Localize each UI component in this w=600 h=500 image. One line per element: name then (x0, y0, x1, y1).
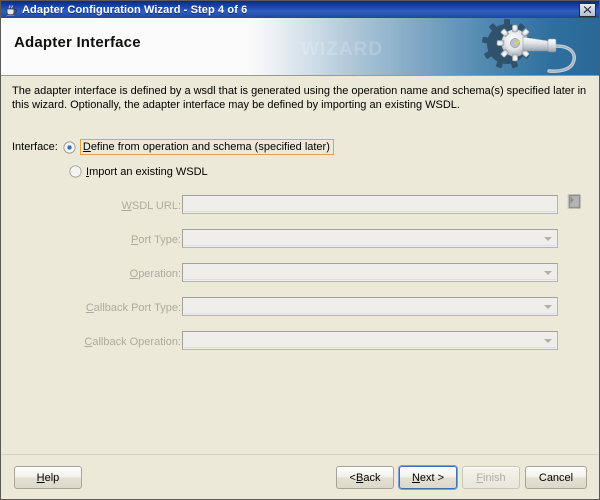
label-callback-port-type: Callback Port Type: (0, 302, 181, 314)
chevron-down-icon (544, 304, 552, 309)
input-wsdl-url[interactable] (182, 195, 558, 214)
field-underline (184, 211, 556, 212)
mnemonic-char: F (476, 471, 484, 484)
form-row-callback-operation: Callback Operation: (1, 327, 600, 361)
gear-and-cable-icon (482, 19, 576, 73)
chevron-down-icon (544, 338, 552, 343)
radio-selected-icon (63, 140, 76, 154)
form-row-port-type: Port Type: (1, 225, 600, 259)
form-row-callback-port-type: Callback Port Type: (1, 293, 600, 327)
banner-watermark: WIZARD (301, 39, 383, 60)
radio-label-import-existing-wsdl[interactable]: Import an existing WSDL (86, 166, 208, 178)
chevron-down-icon (544, 270, 552, 275)
title-bar: Adapter Configuration Wizard - Step 4 of… (1, 1, 599, 18)
label-callback-operation: Callback Operation: (0, 336, 181, 348)
combo-callback-operation[interactable] (182, 331, 558, 350)
form-row-operation: Operation: (1, 259, 600, 293)
chevron-down-icon (544, 236, 552, 241)
radio-label-define-from-operation[interactable]: Define from operation and schema (specif… (79, 139, 334, 155)
mnemonic-char: C (85, 302, 94, 314)
label-rest: ort Type: (138, 234, 181, 246)
browse-wsdl-button[interactable] (566, 193, 583, 211)
mnemonic-char: H (36, 471, 45, 484)
close-button[interactable] (579, 2, 596, 17)
label-rest: allback Port Type: (93, 302, 181, 314)
mnemonic-char: N (411, 471, 420, 484)
label-rest: mport an existing WSDL (89, 165, 208, 178)
description-text: The adapter interface is defined by a ws… (12, 85, 587, 111)
field-underline (184, 347, 556, 348)
mnemonic-char: D (82, 141, 91, 153)
window-title: Adapter Configuration Wizard - Step 4 of… (22, 3, 248, 16)
label-rest: SDL URL: (131, 200, 181, 212)
dialog-button-bar: Help < Back Next > Finish Cancel (1, 454, 599, 499)
radio-import-existing-wsdl[interactable] (69, 165, 82, 178)
field-underline (184, 313, 556, 314)
help-button[interactable]: Help (14, 466, 82, 489)
label-rest: ack (363, 471, 381, 484)
label-rest: ext > (419, 471, 445, 484)
interface-label: Interface: (12, 141, 58, 153)
field-underline (184, 245, 556, 246)
mnemonic-char: O (129, 268, 139, 280)
label-rest: efine from operation and schema (specifi… (90, 141, 330, 153)
mnemonic-char: B (355, 471, 364, 484)
svg-text:WIZARD: WIZARD (301, 39, 383, 60)
close-icon (583, 6, 592, 14)
interface-option-row-1: Interface: Define from operation and sch… (12, 139, 334, 155)
radio-unselected-icon (69, 165, 82, 178)
page-title: Adapter Interface (14, 34, 141, 51)
interface-option-row-2: Import an existing WSDL (69, 165, 208, 178)
label-rest: Cancel (538, 471, 574, 484)
combo-port-type[interactable] (182, 229, 558, 248)
content-area: The adapter interface is defined by a ws… (1, 76, 599, 454)
field-underline (184, 279, 556, 280)
wizard-banner: Adapter Interface WIZARD (1, 18, 599, 76)
form-row-wsdl-url: WSDL URL: (1, 191, 600, 225)
label-operation: Operation: (0, 268, 181, 280)
wsdl-form: WSDL URL: Port Type: Operation: Callback… (1, 191, 600, 361)
radio-define-from-operation[interactable] (63, 140, 76, 154)
adapter-configuration-wizard-dialog: Adapter Configuration Wizard - Step 4 of… (0, 0, 600, 500)
java-coffee-cup-icon (4, 3, 18, 17)
mnemonic-char: W (121, 200, 132, 212)
label-rest: inish (483, 471, 506, 484)
label-rest: elp (44, 471, 60, 484)
back-button[interactable]: < Back (336, 466, 394, 489)
label-rest: allback Operation: (92, 336, 181, 348)
label-wsdl-url: WSDL URL: (0, 200, 182, 212)
label-port-type: Port Type: (0, 234, 181, 246)
finish-button: Finish (462, 466, 520, 489)
label-rest: peration: (138, 268, 181, 280)
browse-folder-icon (567, 194, 581, 209)
combo-operation[interactable] (182, 263, 558, 282)
next-button[interactable]: Next > (399, 466, 457, 489)
cancel-button[interactable]: Cancel (525, 466, 587, 489)
combo-callback-port-type[interactable] (182, 297, 558, 316)
